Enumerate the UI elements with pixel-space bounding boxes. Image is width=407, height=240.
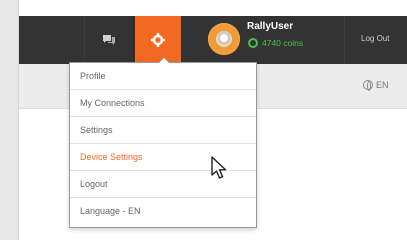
menu-item-settings[interactable]: Settings (70, 117, 256, 144)
menu-item-profile[interactable]: Profile (70, 63, 256, 90)
mouse-pointer-icon (211, 156, 227, 179)
left-panel-edge (0, 0, 19, 240)
username: RallyUser (247, 21, 294, 32)
language-selector[interactable]: EN (363, 80, 389, 91)
logout-link[interactable]: Log Out (347, 16, 407, 64)
user-dropdown-menu: Profile My Connections Settings Device S… (69, 57, 257, 228)
logout-label: Log Out (361, 34, 390, 43)
chat-icon (103, 35, 115, 45)
avatar[interactable] (208, 23, 240, 55)
top-navigation-bar: RallyUser 4740 coins Log Out (19, 16, 407, 64)
menu-item-my-connections[interactable]: My Connections (70, 90, 256, 117)
messages-button[interactable] (84, 16, 134, 64)
coin-icon (248, 38, 258, 48)
user-profile-area[interactable]: RallyUser 4740 coins (194, 16, 345, 64)
language-label: EN (376, 80, 389, 90)
coins-text: 4740 coins (262, 38, 304, 48)
globe-icon (363, 80, 373, 91)
coins-balance: 4740 coins (248, 38, 303, 48)
gear-icon (151, 33, 165, 47)
menu-item-language[interactable]: Language - EN (70, 198, 256, 225)
